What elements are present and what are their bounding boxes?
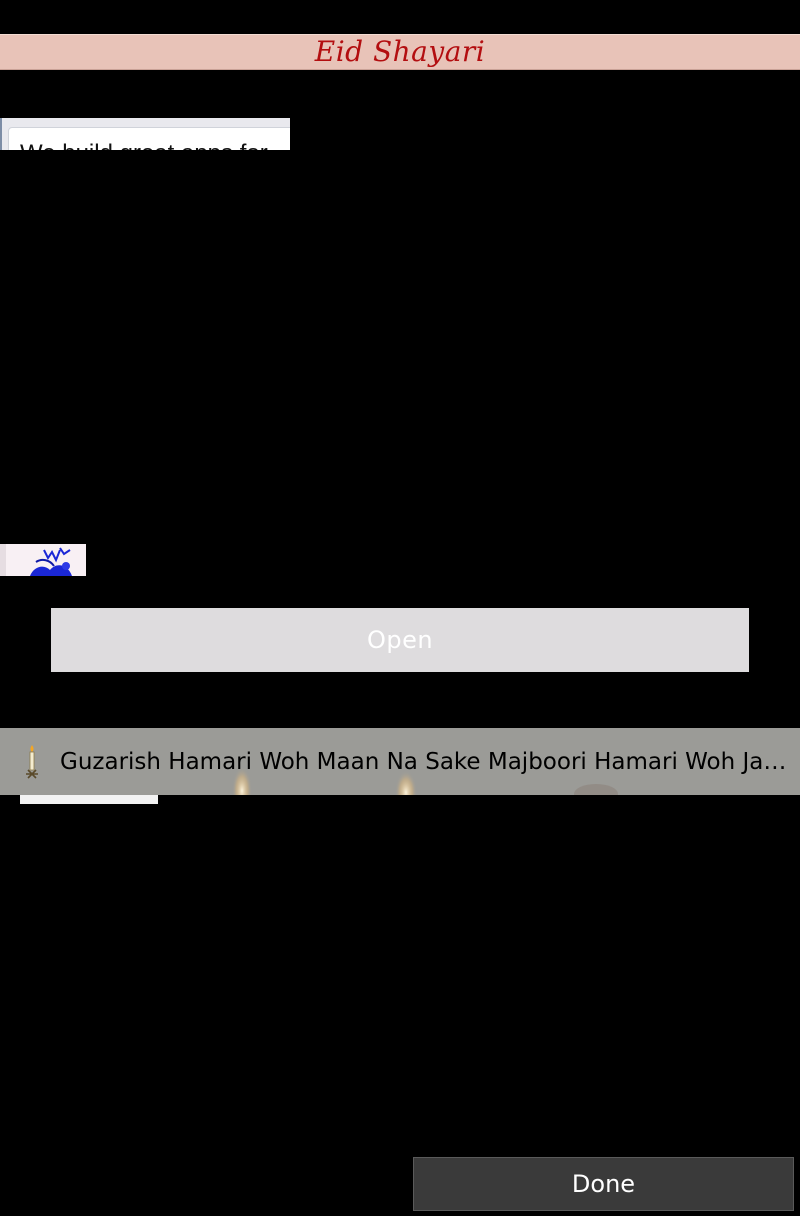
page-title: Eid Shayari bbox=[314, 35, 486, 68]
list-item-text: Guzarish Hamari Woh Maan Na Sake Majboor… bbox=[60, 748, 796, 775]
list-item[interactable]: Guzarish Hamari Woh Maan Na Sake Majboor… bbox=[0, 728, 800, 795]
done-button[interactable]: Done bbox=[413, 1157, 794, 1211]
open-button[interactable]: Open bbox=[51, 608, 749, 672]
candle-icon bbox=[26, 744, 38, 779]
title-bar: Eid Shayari bbox=[0, 34, 800, 70]
ad-text: We build great apps for bbox=[20, 140, 268, 150]
thumbnail-fragment bbox=[20, 795, 158, 804]
ad-banner[interactable]: We build great apps for bbox=[0, 118, 290, 150]
thumbnail-image bbox=[0, 544, 86, 576]
app-screen: Eid Shayari We build great apps for Open bbox=[0, 0, 800, 1216]
